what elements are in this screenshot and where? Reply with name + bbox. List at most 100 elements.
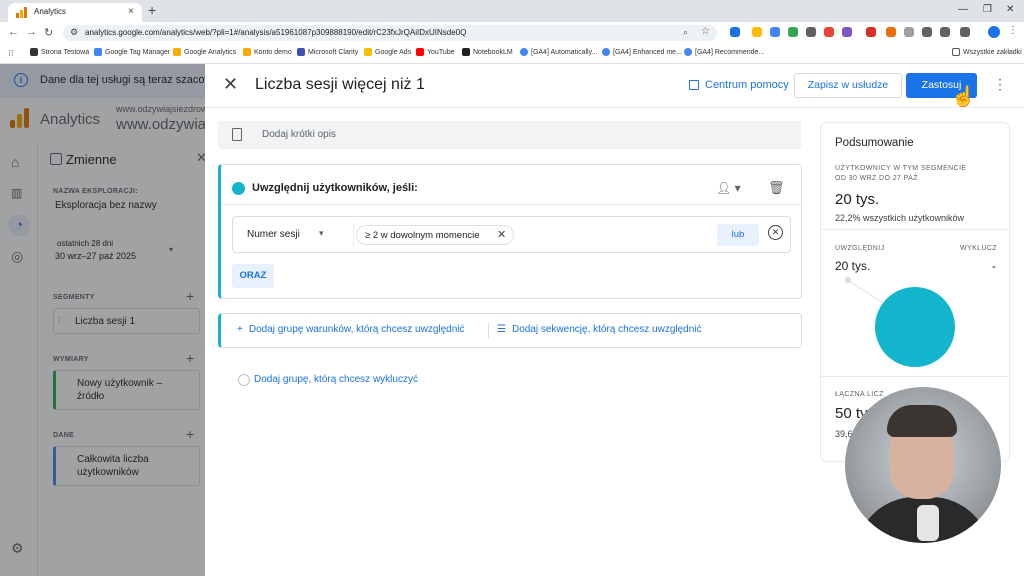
include-value: 20 tys. bbox=[835, 259, 871, 273]
save-to-property-button[interactable]: Zapisz w usłudze bbox=[794, 73, 902, 98]
add-sequence-label: Dodaj sekwencję, którą chcesz uwzględnić bbox=[511, 324, 702, 335]
url-text[interactable]: analytics.google.com/analytics/web/?pli=… bbox=[85, 28, 466, 37]
include-label: UWZGLĘDNIJ bbox=[835, 245, 885, 252]
add-group-card: + Dodaj grupę warunków, którą chcesz uwz… bbox=[218, 313, 802, 348]
total-label: ŁĄCZNA LICZ bbox=[835, 391, 884, 398]
exclude-value: - bbox=[992, 259, 996, 273]
reload-icon[interactable]: ↻ bbox=[44, 26, 53, 39]
summary-divider bbox=[821, 376, 1009, 377]
extensions-puzzle-icon[interactable] bbox=[960, 27, 970, 37]
remove-rule-icon[interactable]: ✕ bbox=[768, 225, 783, 240]
bookmark-item[interactable]: NotebookLM bbox=[462, 48, 513, 56]
microphone bbox=[917, 505, 939, 541]
plus-icon: + bbox=[237, 324, 243, 335]
summary-pie-chart bbox=[845, 277, 955, 367]
description-placeholder: Dodaj krótki opis bbox=[262, 129, 336, 140]
close-panel-icon[interactable]: ✕ bbox=[223, 74, 238, 95]
condition-rule: Numer sesji ▾ ≥ 2 w dowolnym momencie ✕ … bbox=[232, 216, 791, 253]
site-info-icon[interactable]: ⚙ bbox=[70, 27, 78, 38]
omnibox[interactable]: ⚙ analytics.google.com/analytics/web/?pl… bbox=[63, 25, 717, 41]
hand-cursor-icon: ☝ bbox=[951, 86, 976, 108]
segment-color-dot bbox=[232, 182, 245, 195]
extension-icon[interactable] bbox=[730, 27, 740, 37]
new-tab-button[interactable]: + bbox=[148, 2, 156, 18]
presenter-hair bbox=[887, 405, 957, 437]
users-label: UŻYTKOWNICY W TYM SEGMENCIE bbox=[835, 165, 967, 172]
extension-icon[interactable] bbox=[788, 27, 798, 37]
add-include-group-button[interactable]: + Dodaj grupę warunków, którą chcesz uwz… bbox=[237, 324, 465, 335]
bookmark-star-icon[interactable]: ☆ bbox=[701, 26, 710, 37]
summary-divider bbox=[821, 229, 1009, 230]
add-divider bbox=[488, 323, 489, 339]
remove-condition-value-icon[interactable]: ✕ bbox=[497, 228, 506, 241]
extension-icon[interactable] bbox=[806, 27, 816, 37]
delete-icon[interactable]: 🗑︎ bbox=[768, 180, 785, 196]
profile-avatar[interactable] bbox=[988, 26, 1000, 38]
chevron-down-icon[interactable]: ▾ bbox=[319, 228, 324, 239]
include-condition-card: Uwzględnij użytkowników, jeśli: 👤︎ ▾ 🗑︎ … bbox=[218, 164, 802, 299]
zoom-icon[interactable]: ⌕ bbox=[683, 27, 688, 38]
condition-divider bbox=[221, 204, 802, 205]
bookmark-item[interactable]: Google Ads bbox=[364, 48, 411, 56]
condition-value-text: ≥ 2 w dowolnym momencie bbox=[365, 230, 480, 241]
or-button[interactable]: lub bbox=[717, 224, 759, 246]
exclude-label: WYKLUCZ bbox=[960, 245, 998, 252]
more-options-icon[interactable]: ⋮ bbox=[993, 76, 1007, 93]
bookmark-item[interactable]: [GA4] Recommende... bbox=[684, 48, 764, 56]
help-center-link[interactable]: Centrum pomocy bbox=[689, 79, 789, 91]
browser-menu-icon[interactable]: ⋮ bbox=[1008, 25, 1018, 36]
tab-close-icon[interactable]: × bbox=[128, 6, 134, 17]
pie-exclude-marker bbox=[845, 277, 851, 283]
extension-icon[interactable] bbox=[886, 27, 896, 37]
extension-icon[interactable] bbox=[940, 27, 950, 37]
document-icon bbox=[232, 128, 242, 141]
bookmark-item[interactable]: Google Tag Manager bbox=[94, 48, 170, 56]
add-exclude-group-link[interactable]: Dodaj grupę, którą chcesz wykluczyć bbox=[254, 374, 418, 385]
users-value: 20 tys. bbox=[835, 191, 880, 208]
forward-icon[interactable]: → bbox=[26, 26, 37, 38]
bookmark-item[interactable]: [GA4] Enhanced me... bbox=[602, 48, 682, 56]
bookmark-item[interactable]: YouTube bbox=[416, 48, 455, 56]
summary-title: Podsumowanie bbox=[835, 137, 914, 149]
condition-value-chip[interactable]: ≥ 2 w dowolnym momencie ✕ bbox=[356, 225, 514, 245]
scope-person-icon[interactable]: 👤︎ ▾ bbox=[716, 181, 741, 195]
extension-icon[interactable] bbox=[752, 27, 762, 37]
add-include-group-label: Dodaj grupę warunków, którą chcesz uwzgl… bbox=[248, 324, 465, 335]
bookmark-item[interactable]: Strona Testowa bbox=[30, 48, 89, 56]
users-percent: 22,2% wszystkich użytkowników bbox=[835, 213, 965, 223]
users-date-label: OD 30 WRZ DO 27 PAŹ bbox=[835, 175, 918, 182]
bookmark-item[interactable]: [GA4] Automatically... bbox=[520, 48, 597, 56]
bookmark-item[interactable]: Microsoft Clarity bbox=[297, 48, 358, 56]
window-close-icon[interactable]: ✕ bbox=[1006, 4, 1014, 15]
rule-divider bbox=[353, 223, 354, 247]
description-field[interactable]: Dodaj krótki opis bbox=[218, 121, 801, 149]
browser-tab[interactable]: Analytics × bbox=[8, 3, 142, 22]
analytics-favicon bbox=[16, 7, 27, 18]
add-sequence-button[interactable]: ☰ Dodaj sekwencję, którą chcesz uwzględn… bbox=[497, 324, 702, 335]
bookmark-item[interactable]: Konto demo bbox=[243, 48, 292, 56]
extension-icon[interactable] bbox=[866, 27, 876, 37]
back-icon[interactable]: ← bbox=[8, 26, 19, 38]
sequence-icon: ☰ bbox=[497, 324, 506, 335]
help-center-label: Centrum pomocy bbox=[705, 79, 789, 91]
pie-include-slice bbox=[875, 287, 955, 367]
bookmark-item[interactable]: Google Analytics bbox=[173, 48, 236, 56]
extension-icon[interactable] bbox=[842, 27, 852, 37]
external-link-icon bbox=[689, 80, 699, 90]
and-button[interactable]: ORAZ bbox=[232, 264, 274, 288]
minimize-icon[interactable]: — bbox=[958, 4, 968, 15]
segment-title[interactable]: Liczba sesji więcej niż 1 bbox=[255, 76, 425, 94]
extension-icon[interactable] bbox=[922, 27, 932, 37]
extension-icon[interactable] bbox=[770, 27, 780, 37]
extension-icon[interactable] bbox=[904, 27, 914, 37]
all-bookmarks[interactable]: Wszystkie zakładki bbox=[952, 48, 1022, 56]
webcam-overlay bbox=[845, 387, 1001, 543]
apps-grid-icon[interactable]: ⁝⁝ bbox=[8, 48, 14, 59]
dimension-selector[interactable]: Numer sesji bbox=[247, 229, 300, 240]
exclude-group-radio[interactable] bbox=[238, 374, 250, 386]
restore-icon[interactable]: ❐ bbox=[983, 4, 992, 15]
tab-title: Analytics bbox=[34, 7, 67, 16]
extension-icon[interactable] bbox=[824, 27, 834, 37]
header-divider bbox=[205, 107, 1024, 108]
bookmarks-bar: ⁝⁝ Strona Testowa Google Tag Manager Goo… bbox=[0, 44, 1024, 64]
